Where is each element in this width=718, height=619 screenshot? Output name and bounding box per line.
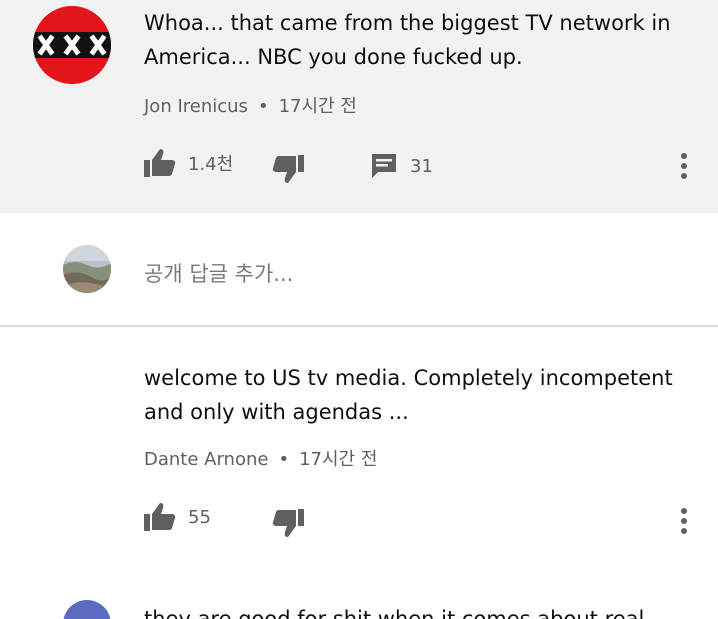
comment-text: Whoa... that came from the biggest TV ne… — [144, 11, 671, 69]
avatar[interactable] — [33, 6, 111, 84]
reply-input[interactable]: 공개 답글 추가... — [144, 258, 293, 288]
thumbs-down-icon — [272, 509, 304, 537]
meta-separator: • — [278, 449, 290, 470]
comment-meta: Dante Arnone • 17시간 전 — [144, 445, 377, 471]
like-button[interactable]: 55 — [144, 503, 211, 531]
like-count: 55 — [188, 506, 211, 528]
thumbs-down-icon — [272, 155, 304, 183]
comment: they are good for shit when it comes abo… — [0, 567, 718, 619]
like-count: 1.4천 — [188, 154, 234, 175]
dislike-button[interactable] — [272, 155, 304, 183]
comment-meta: Jon Irenicus • 17시간 전 — [144, 92, 357, 118]
thumbs-up-icon — [144, 503, 176, 531]
more-vertical-icon — [680, 152, 688, 180]
reply-button[interactable]: 31 — [370, 152, 433, 180]
amsterdam-flag-avatar-image — [33, 6, 111, 84]
comment-highlighted: Whoa... that came from the biggest TV ne… — [0, 0, 718, 213]
avatar[interactable] — [63, 600, 111, 619]
comment-time: 17시간 전 — [299, 449, 378, 470]
like-button[interactable]: 1.4천 — [144, 149, 233, 177]
reply-count: 31 — [410, 155, 433, 177]
more-vertical-icon — [680, 507, 688, 535]
comment-time: 17시간 전 — [278, 96, 357, 117]
comment-icon — [370, 152, 398, 180]
my-avatar — [63, 245, 111, 293]
dislike-button[interactable] — [272, 509, 304, 537]
comment: welcome to US tv media. Completely incom… — [0, 327, 718, 567]
comment-author[interactable]: Dante Arnone — [144, 449, 268, 470]
landscape-avatar-image — [63, 245, 111, 293]
thumbs-up-icon — [144, 149, 176, 177]
comment-text: welcome to US tv media. Completely incom… — [144, 366, 673, 424]
more-options-button[interactable] — [680, 152, 688, 180]
more-options-button[interactable] — [680, 507, 688, 535]
comment-author[interactable]: Jon Irenicus — [144, 96, 248, 117]
meta-separator: • — [257, 96, 269, 117]
add-reply-box[interactable]: 공개 답글 추가... — [0, 213, 718, 327]
comment-text: they are good for shit when it comes abo… — [144, 607, 645, 619]
